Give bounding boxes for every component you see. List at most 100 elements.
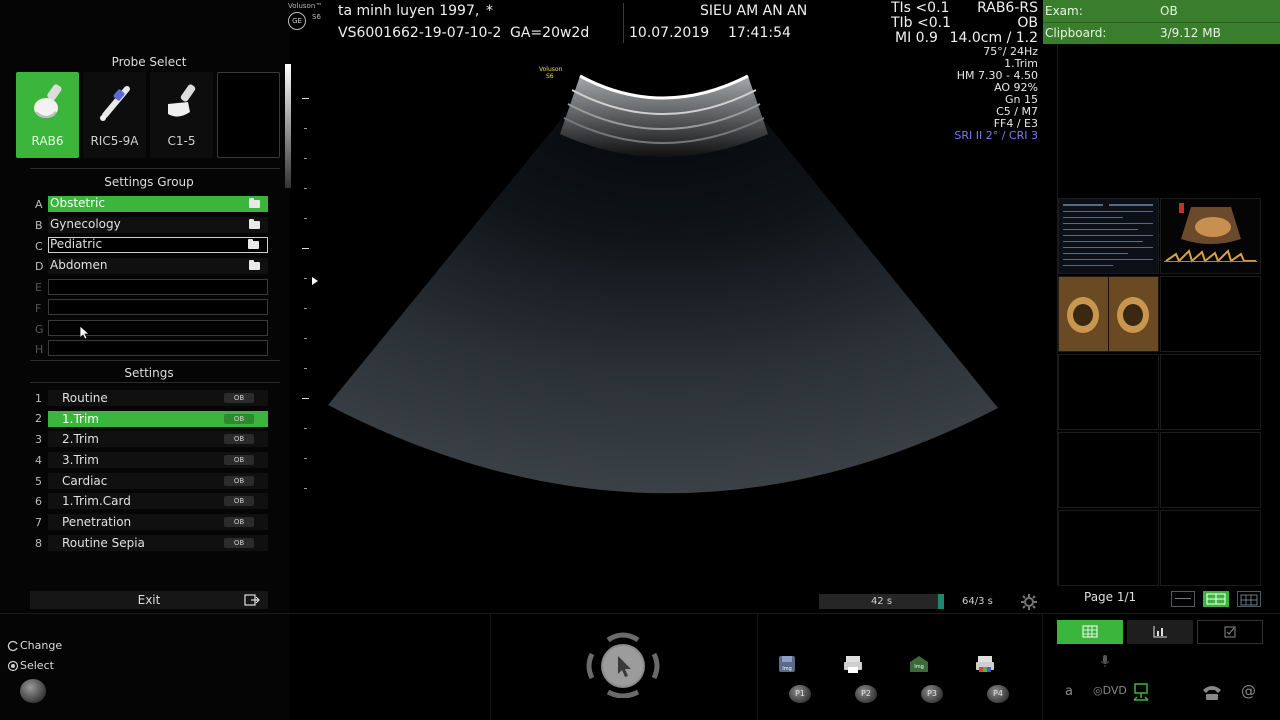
ob-badge: OB xyxy=(224,538,254,548)
view-checklist-button[interactable] xyxy=(1197,620,1263,644)
divider xyxy=(30,360,280,361)
setting-1-trim-card[interactable]: 1.Trim.Card OB xyxy=(48,493,268,509)
group-empty-slot[interactable] xyxy=(48,299,268,315)
setting-number: 1 xyxy=(35,392,42,405)
application-name: OB xyxy=(1017,15,1038,31)
clipboard-value: 3/9.12 MB xyxy=(1160,26,1221,40)
exam-date: 10.07.2019 xyxy=(629,25,710,41)
layout-3x3-button[interactable] xyxy=(1237,591,1261,607)
layout-1x1-button[interactable] xyxy=(1171,591,1195,607)
microphone-icon[interactable] xyxy=(1099,654,1111,668)
preset-p2-button[interactable]: P2 xyxy=(855,685,877,703)
email-button[interactable]: @ xyxy=(1241,682,1256,700)
setting-cardiac[interactable]: Cardiac OB xyxy=(48,473,268,489)
cine-time: 42 s xyxy=(870,596,893,607)
setting-1-trim[interactable]: 1.Trim OB xyxy=(48,411,268,427)
chart-icon xyxy=(1153,626,1167,638)
gear-icon[interactable] xyxy=(1021,594,1037,610)
group-abdomen[interactable]: Abdomen xyxy=(48,258,268,274)
group-gynecology[interactable]: Gynecology xyxy=(48,217,268,233)
preset-p1-button[interactable]: P1 xyxy=(789,685,811,703)
group-letter: C xyxy=(35,240,43,253)
setting-number: 3 xyxy=(35,433,42,446)
brand-model: S6 xyxy=(312,13,321,21)
setting-routine[interactable]: Routine OB xyxy=(48,390,268,406)
group-letter: E xyxy=(35,281,42,294)
keyboard-a-label[interactable]: a xyxy=(1065,684,1073,699)
group-empty-slot[interactable] xyxy=(48,279,268,295)
change-icon xyxy=(7,640,18,652)
ob-badge: OB xyxy=(224,393,254,403)
group-letter: F xyxy=(35,302,42,315)
select-label: Select xyxy=(20,659,54,672)
phone-icon[interactable] xyxy=(1201,684,1223,702)
probe-slot-empty[interactable] xyxy=(217,72,280,158)
image-logo-model: S6 xyxy=(546,73,554,80)
setting-number: 4 xyxy=(35,454,42,467)
exam-time: 17:41:54 xyxy=(728,25,791,41)
cine-frames: 64/3 s xyxy=(962,596,993,607)
thumbnail-empty[interactable] xyxy=(1058,432,1159,508)
group-letter: D xyxy=(35,260,44,273)
group-pediatric[interactable]: Pediatric xyxy=(48,237,268,253)
grid-icon xyxy=(1206,593,1226,605)
thumbnail-doppler[interactable] xyxy=(1160,198,1261,274)
layout-2x2-button[interactable] xyxy=(1203,591,1229,607)
group-empty-slot[interactable] xyxy=(48,340,268,356)
view-images-button[interactable] xyxy=(1057,620,1123,644)
color-print-icon[interactable] xyxy=(975,654,995,674)
group-letter: B xyxy=(35,219,43,232)
change-label: Change xyxy=(20,639,63,652)
thumbnail-empty[interactable] xyxy=(1160,432,1261,508)
preset-p4-button[interactable]: P4 xyxy=(987,685,1009,703)
bottom-divider xyxy=(757,614,758,720)
probe-ric5-9a[interactable]: RIC5-9A xyxy=(83,72,146,158)
probe-c1-5[interactable]: C1-5 xyxy=(150,72,213,158)
save-image-icon[interactable]: Img xyxy=(777,654,797,674)
patient-mark: * xyxy=(486,3,493,19)
setting-number: 6 xyxy=(35,495,42,508)
send-image-icon[interactable]: Img xyxy=(909,654,929,674)
group-label: Obstetric xyxy=(50,196,105,210)
thumbnail-empty[interactable] xyxy=(1058,354,1159,430)
print-icon[interactable] xyxy=(843,654,863,674)
view-report-button[interactable] xyxy=(1127,620,1193,644)
folder-icon xyxy=(248,239,259,249)
clipboard-label: Clipboard: xyxy=(1045,26,1107,40)
trackball-pointer-icon[interactable] xyxy=(586,632,660,698)
depth-value: 14.0cm / 1.2 xyxy=(949,30,1038,46)
probe-label: RIC5-9A xyxy=(90,134,139,148)
folder-icon xyxy=(249,198,260,208)
patient-name: ta minh luyen 1997, xyxy=(338,3,480,19)
setting-2-trim[interactable]: 2.Trim OB xyxy=(48,431,268,447)
dvd-button[interactable]: ◎DVD xyxy=(1093,684,1127,697)
gestational-age: GA=20w2d xyxy=(510,25,590,41)
group-obstetric[interactable]: Obstetric xyxy=(48,196,268,212)
thumbnail-fetal-head[interactable] xyxy=(1058,276,1159,352)
thumbnail-empty[interactable] xyxy=(1160,510,1261,586)
trackball-button[interactable] xyxy=(20,679,46,703)
svg-text:Img: Img xyxy=(914,664,924,670)
exit-button[interactable]: Exit xyxy=(30,591,268,609)
settings-title: Settings xyxy=(124,366,174,380)
probe-rab6[interactable]: RAB6 xyxy=(16,72,79,158)
thumbnail-empty[interactable] xyxy=(1160,276,1261,352)
thumbnail-empty[interactable] xyxy=(1058,510,1159,586)
grid-icon xyxy=(1082,625,1098,638)
setting-routine-sepia[interactable]: Routine Sepia OB xyxy=(48,535,268,551)
thumbnail-empty[interactable] xyxy=(1160,354,1261,430)
thumbnail-report[interactable] xyxy=(1058,198,1159,274)
ultrasound-image[interactable] xyxy=(320,60,1010,520)
page-indicator: Page 1/1 xyxy=(1084,590,1137,604)
cine-progress-bar[interactable]: 42 s xyxy=(819,594,944,609)
focus-marker-icon[interactable] xyxy=(312,277,318,285)
disc-icon: ◎ xyxy=(1093,684,1103,697)
setting-number: 5 xyxy=(35,475,42,488)
ob-badge: OB xyxy=(224,414,254,424)
setting-3-trim[interactable]: 3.Trim OB xyxy=(48,452,268,468)
preset-p3-button[interactable]: P3 xyxy=(921,685,943,703)
probe-label: C1-5 xyxy=(167,134,196,148)
setting-number: 8 xyxy=(35,537,42,550)
network-transfer-icon[interactable] xyxy=(1130,682,1152,704)
setting-penetration[interactable]: Penetration OB xyxy=(48,514,268,530)
